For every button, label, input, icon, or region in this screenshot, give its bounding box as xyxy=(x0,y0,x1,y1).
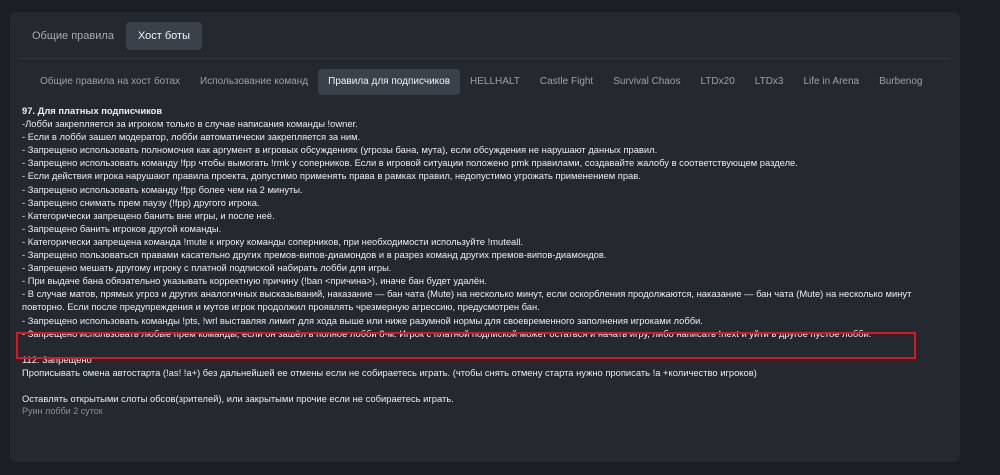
rule-line: - Запрещено использовать команды !pts, !… xyxy=(22,314,703,326)
rule-line: - При выдаче бана обязательно указывать … xyxy=(22,275,487,287)
divider xyxy=(20,58,950,59)
tab-survival-chaos[interactable]: Survival Chaos xyxy=(603,69,690,95)
rule-line: - Если в лобби зашел модератор, лобби ав… xyxy=(22,131,361,143)
rule-line: - Запрещено использовать команду !fpp бо… xyxy=(22,183,303,195)
sub-tabs: Общие правила на хост ботах Использовани… xyxy=(30,69,932,95)
highlighted-rule-line: - Запрещено использовать любые прем кома… xyxy=(22,327,872,339)
rule-112-title: 112. Запрещено xyxy=(22,353,92,365)
rule-line: - Категорически запрещена команда !mute … xyxy=(22,235,524,247)
tab-ltdx3[interactable]: LTDx3 xyxy=(745,69,794,95)
tab-castle-fight[interactable]: Castle Fight xyxy=(530,69,603,95)
rule-line: Прописывать омена автостарта (!as! !a+) … xyxy=(22,366,757,378)
rule-line: - В случае матов, прямых угроз и других … xyxy=(22,288,912,313)
rule-line: Оставлять открытыми слоты обсов(зрителей… xyxy=(22,392,454,404)
tab-burbenog[interactable]: Burbenog xyxy=(869,69,932,95)
rule-line: - Если действия игрока нарушают правила … xyxy=(22,170,641,182)
rule-line: - Категорически запрещено банить вне игр… xyxy=(22,209,275,221)
tab-ltdx20[interactable]: LTDx20 xyxy=(690,69,744,95)
rule-line: - Запрещено использовать команду !fpp чт… xyxy=(22,157,798,169)
rule-line: - Запрещено мешать другому игроку с плат… xyxy=(22,262,392,274)
rule-line: - Запрещено использовать полномочия как … xyxy=(22,144,658,156)
tab-life-in-arena[interactable]: Life in Arena xyxy=(793,69,869,95)
rule-97-title: 97. Для платных подписчиков xyxy=(22,105,163,116)
tab-host-bot-general-rules[interactable]: Общие правила на хост ботах xyxy=(30,69,190,95)
punishment-note: Руин лобби 2 суток xyxy=(22,405,103,416)
tab-hellhalt[interactable]: HELLHALT xyxy=(460,69,530,95)
tab-general-rules[interactable]: Общие правила xyxy=(20,22,126,50)
tab-subscriber-rules[interactable]: Правила для подписчиков xyxy=(318,69,461,95)
tab-host-bots[interactable]: Хост боты xyxy=(125,22,202,50)
rule-line: -Лобби закрепляется за игроком только в … xyxy=(22,118,358,130)
top-tabs: Общие правила Хост боты xyxy=(20,22,202,50)
tab-command-usage[interactable]: Использование команд xyxy=(190,69,318,95)
rules-content: 97. Для платных подписчиков -Лобби закре… xyxy=(16,104,927,418)
rule-line: - Запрещено снимать прем паузу (!fpp) др… xyxy=(22,196,260,208)
rule-line: - Запрещено банить игроков другой команд… xyxy=(22,222,222,234)
rule-line: - Запрещено пользоваться правами касател… xyxy=(22,249,607,261)
